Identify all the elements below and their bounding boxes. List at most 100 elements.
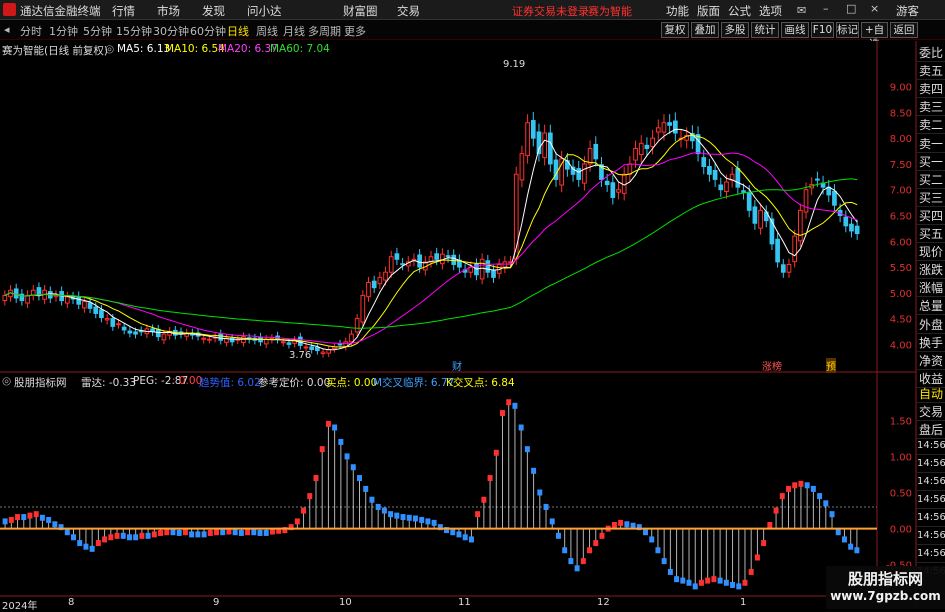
sub-block [810, 485, 816, 492]
sub-block [176, 529, 182, 536]
candle-body [849, 223, 854, 232]
candle-body [13, 288, 19, 299]
event-cai-marker[interactable]: 财 [452, 358, 462, 373]
sub-block [767, 522, 773, 528]
sub-block [145, 532, 151, 539]
sub-block [102, 536, 108, 543]
ma10-label: MA10: 6.54 [165, 43, 225, 55]
sub-block [481, 496, 487, 503]
candle-body [207, 338, 212, 341]
quote-row-3[interactable]: 卖三 [917, 98, 945, 117]
sub-block [375, 503, 381, 510]
watermark-line1: 股朋指标网 [847, 570, 923, 588]
maidian-label: 买点: 0.00 [326, 377, 378, 389]
candle-body [349, 333, 354, 343]
candle-body [803, 189, 809, 213]
x-tick-aug: 8 [68, 597, 75, 608]
x-tick-jan: 1 [740, 597, 747, 608]
x-tick-sep: 9 [213, 597, 220, 608]
quote-row-14[interactable]: 总量 [917, 297, 945, 316]
quote-row-9[interactable]: 买四 [917, 207, 945, 225]
sub-block [531, 467, 537, 474]
candle-body [93, 306, 99, 314]
mode-row-1[interactable]: 交易 [917, 403, 945, 421]
candle-body [377, 276, 383, 285]
candle-body [672, 120, 678, 134]
quote-row-0[interactable]: 委比 [917, 44, 945, 62]
ma20-label: MA20: 6.37 [218, 43, 278, 55]
stock-header: 赛为智能(日线 前复权) [2, 45, 109, 57]
sub-block [580, 558, 586, 565]
sub-block [524, 446, 530, 453]
main-y-tick: 5.50 [890, 263, 912, 274]
candle-body [417, 254, 422, 268]
sub-block [8, 516, 14, 523]
ma-selector-icon[interactable]: ◎ [105, 43, 114, 55]
sub-block [661, 558, 667, 565]
sub-block [829, 511, 835, 518]
sub-block [611, 522, 617, 528]
quote-row-12[interactable]: 涨跌 [917, 261, 945, 280]
event-yu-marker[interactable]: 预 [826, 358, 836, 373]
event-zhangbang-marker[interactable]: 涨榜 [762, 358, 782, 373]
sub-block [294, 518, 300, 525]
candle-body [25, 294, 30, 304]
candle-body [519, 153, 525, 181]
sub-block [736, 583, 742, 590]
sub-block [83, 543, 89, 550]
sub-block [313, 475, 319, 482]
candle-body [604, 180, 610, 186]
quote-row-1[interactable]: 卖五 [917, 62, 945, 81]
candle-body [104, 318, 110, 321]
sub-block [593, 540, 599, 547]
sub-block [723, 579, 729, 586]
candle-body [201, 337, 207, 340]
sub-block [798, 480, 804, 487]
sub-block [686, 579, 692, 586]
sub-block [120, 532, 126, 539]
candle-body [76, 295, 82, 305]
mode-row-0[interactable]: 自动 [917, 385, 945, 403]
candle-body [286, 342, 292, 345]
time-row-0: 14:56 [917, 437, 945, 455]
quote-row-17[interactable]: 净资 [917, 352, 945, 370]
quote-row-13[interactable]: 涨幅 [917, 279, 945, 298]
quote-row-7[interactable]: 买二 [917, 171, 945, 189]
sub-block [400, 514, 406, 521]
candle-body [792, 235, 798, 263]
candle-body [110, 318, 116, 327]
sub-indicator-icon[interactable]: ◎ [2, 375, 11, 387]
time-row-6: 14:56 [917, 545, 945, 563]
watermark: 股朋指标网 www.7gpzb.com [826, 566, 945, 609]
sub-block [587, 547, 593, 554]
quote-row-10[interactable]: 买五 [917, 225, 945, 243]
sub-block [537, 489, 543, 496]
sub-block [655, 547, 661, 554]
quote-row-15[interactable]: 外盘 [917, 316, 945, 334]
quote-row-6[interactable]: 买一 [917, 153, 945, 171]
quote-row-5[interactable]: 卖一 [917, 135, 945, 153]
sub-block [698, 579, 704, 586]
sub-block [549, 518, 555, 525]
candle-body [434, 253, 440, 260]
candle-body [2, 294, 8, 302]
quote-row-11[interactable]: 现价 [917, 243, 945, 262]
quote-row-8[interactable]: 买三 [917, 189, 945, 207]
sub-block [468, 536, 474, 543]
candle-body [633, 147, 638, 161]
sub-block [848, 543, 854, 550]
sub-block [77, 540, 83, 547]
sub-block [363, 485, 369, 492]
candle-body [712, 169, 718, 180]
candle-body [161, 333, 167, 341]
sub-block [232, 529, 238, 536]
quote-row-2[interactable]: 卖四 [917, 80, 945, 99]
candle-body [780, 264, 786, 273]
sub-block [151, 531, 157, 538]
quote-row-16[interactable]: 换手 [917, 334, 945, 352]
x-tick-oct: 10 [339, 597, 352, 608]
sub-block [108, 534, 114, 541]
quote-row-4[interactable]: 卖二 [917, 116, 945, 135]
sub-bars-group [0, 399, 877, 590]
candle-body [621, 173, 627, 194]
